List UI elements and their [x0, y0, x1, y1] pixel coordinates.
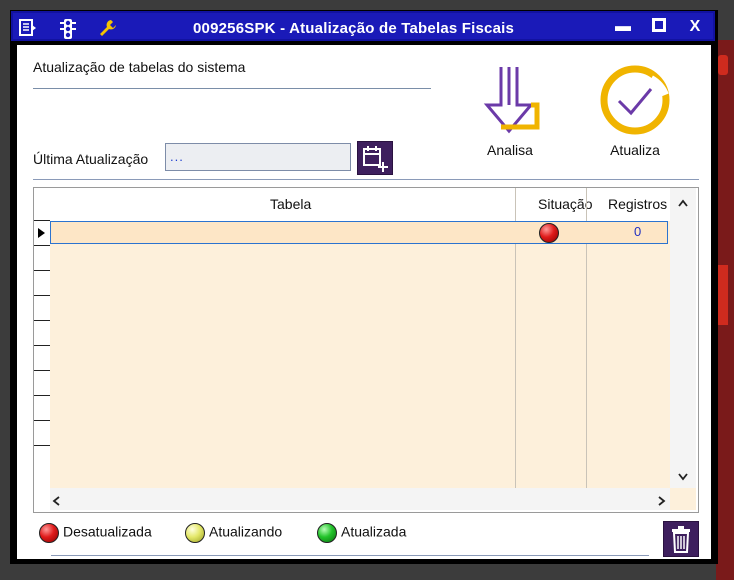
wrench-icon[interactable] [99, 19, 117, 37]
scrollbar-corner [670, 488, 696, 510]
title-bar: 009256SPK - Atualização de Tabelas Fisca… [11, 11, 715, 41]
legend-label: Atualizando [209, 523, 283, 540]
green-ball-icon [317, 523, 337, 543]
situacao-status-ball [539, 223, 559, 246]
analisa-label: Analisa [487, 142, 533, 158]
registros-cell: 0 [634, 224, 642, 239]
grid-body [50, 221, 670, 488]
red-status-icon [539, 223, 559, 243]
horizontal-scrollbar[interactable] [50, 488, 670, 510]
legend-label: Atualizada [341, 523, 407, 540]
menu-icon[interactable] [19, 19, 37, 37]
close-button[interactable]: X [685, 18, 705, 36]
calendar-add-icon [363, 146, 388, 172]
column-header-situacao[interactable]: Situação [538, 196, 592, 212]
background-accent [718, 55, 728, 75]
atualiza-button[interactable]: Atualiza [595, 65, 675, 158]
down-arrow-icon [483, 67, 540, 134]
traffic-light-icon[interactable] [59, 19, 77, 39]
window-content: Atualização de tabelas do sistema Analis… [17, 45, 711, 559]
section-label: Atualização de tabelas do sistema [33, 59, 246, 75]
scroll-right-icon[interactable] [658, 493, 666, 509]
scroll-up-icon[interactable] [678, 194, 688, 210]
check-circle-icon [600, 65, 670, 135]
trash-icon [672, 526, 690, 553]
scroll-down-icon[interactable] [678, 468, 688, 484]
column-header-tabela[interactable]: Tabela [270, 196, 311, 212]
legend-label: Desatualizada [63, 523, 152, 540]
maximize-button[interactable] [649, 18, 669, 36]
vertical-scrollbar[interactable] [670, 188, 696, 488]
footer-divider [51, 555, 649, 556]
red-ball-icon [39, 523, 59, 543]
background-accent [718, 265, 728, 325]
legend-atualizando: Atualizando [185, 523, 282, 543]
legend-atualizada: Atualizada [317, 523, 406, 543]
minimize-button[interactable]: ▬ [613, 18, 633, 36]
main-window: 009256SPK - Atualização de Tabelas Fisca… [10, 10, 718, 564]
last-update-label: Última Atualização [33, 151, 149, 167]
tables-grid[interactable]: Tabela Situação Registros 0 [33, 187, 699, 513]
analisa-button[interactable]: Analisa [475, 65, 545, 158]
window-title: 009256SPK - Atualização de Tabelas Fisca… [193, 20, 515, 37]
grid-header: Tabela Situação Registros [50, 188, 670, 222]
legend-desatualizada: Desatualizada [39, 523, 152, 543]
atualiza-label: Atualiza [610, 142, 660, 158]
table-row[interactable]: 0 [50, 221, 668, 244]
yellow-ball-icon [185, 523, 205, 543]
column-header-registros[interactable]: Registros [608, 196, 667, 212]
delete-button[interactable] [663, 521, 699, 557]
scroll-left-icon[interactable] [52, 493, 60, 509]
calendar-add-button[interactable] [357, 141, 393, 175]
row-indicator-column [34, 188, 51, 488]
current-row-indicator[interactable] [34, 221, 50, 246]
header-divider [33, 179, 699, 180]
section-divider [33, 88, 431, 89]
last-update-field[interactable]: ... [165, 143, 351, 171]
